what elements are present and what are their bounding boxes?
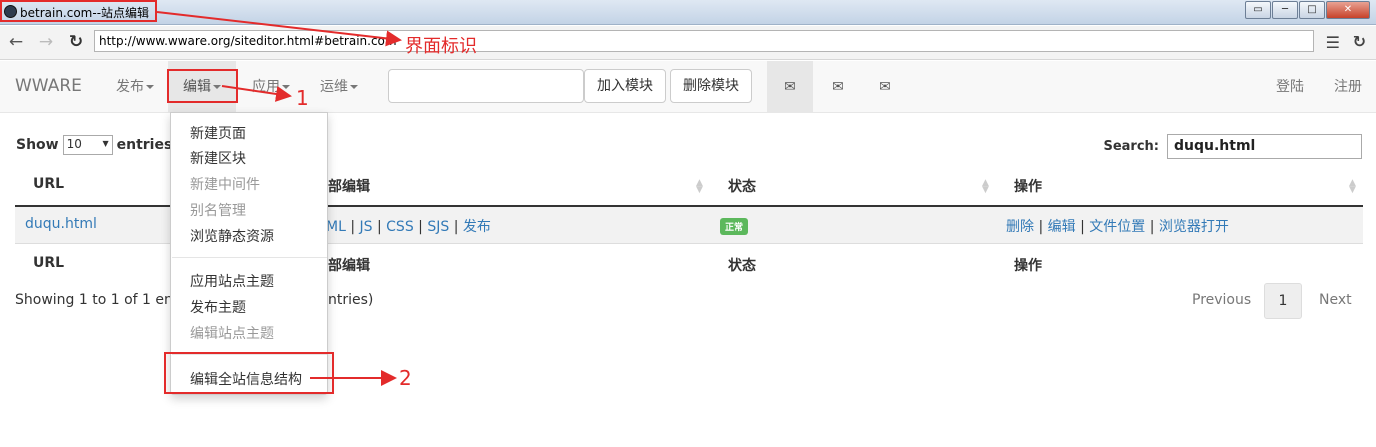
envelope-icon[interactable]: ✉ bbox=[815, 61, 861, 113]
column-header-status[interactable]: 状态 bbox=[728, 176, 756, 196]
menu-item-edit-theme: 编辑站点主题 bbox=[190, 326, 274, 342]
status-badge: 正常 bbox=[720, 218, 749, 235]
page-1-button[interactable]: 1 bbox=[1264, 283, 1302, 319]
length-control: Show 10 entries bbox=[16, 135, 172, 155]
address-bar: ← → ↻ http://www.wware.org/siteditor.htm… bbox=[0, 26, 1376, 60]
table-info-tail: ntries) bbox=[328, 292, 373, 308]
edit-link[interactable]: 编辑 bbox=[1048, 219, 1076, 235]
menu-item-alias-manage: 别名管理 bbox=[190, 203, 246, 219]
info-right: ntries) bbox=[328, 292, 374, 308]
footer-header-url: URL bbox=[33, 255, 65, 271]
menu-item-browse-static[interactable]: 浏览静态资源 bbox=[190, 226, 274, 246]
menu-icon[interactable]: ☰ bbox=[1326, 33, 1340, 52]
annotation-marker-2: 2 bbox=[399, 366, 412, 390]
window-controls: ▭ ─ □ ✕ bbox=[1244, 1, 1370, 19]
column-header-edit[interactable]: 部编辑 bbox=[328, 176, 370, 196]
forward-arrow-icon[interactable]: → bbox=[36, 32, 56, 52]
nav-menu-label: 运维 bbox=[320, 79, 348, 95]
menu-divider bbox=[172, 257, 327, 258]
column-header-url[interactable]: URL bbox=[33, 176, 64, 192]
search-input[interactable]: duqu.html bbox=[1167, 134, 1362, 159]
annotation-title-label: 界面标识 bbox=[405, 36, 477, 57]
sort-icon[interactable]: ▲ ▼ bbox=[982, 179, 989, 195]
add-module-button[interactable]: 加入模块 bbox=[584, 69, 666, 103]
restore-icon[interactable]: ▭ bbox=[1245, 1, 1271, 19]
close-icon[interactable]: ✕ bbox=[1326, 1, 1370, 19]
search-label: Search: bbox=[1103, 139, 1159, 154]
row-actions: 删除 | 编辑 | 文件位置 | 浏览器打开 bbox=[1006, 219, 1229, 235]
nav-menu-label: 应用 bbox=[252, 79, 280, 95]
next-button[interactable]: Next bbox=[1319, 283, 1352, 319]
row-url-link[interactable]: duqu.html bbox=[25, 216, 97, 232]
sort-icon[interactable]: ▲ ▼ bbox=[1349, 179, 1356, 195]
refresh-icon[interactable]: ↻ bbox=[1353, 32, 1366, 51]
caret-down-icon bbox=[350, 85, 358, 89]
edit-js-link[interactable]: JS bbox=[360, 219, 373, 235]
nav-menu-label: 发布 bbox=[116, 79, 144, 95]
annotation-marker-1: 1 bbox=[296, 86, 309, 110]
annotation-box-site-structure bbox=[164, 352, 334, 394]
edit-css-link[interactable]: CSS bbox=[386, 219, 414, 235]
entries-label: entries bbox=[116, 137, 173, 153]
brand-logo[interactable]: WWARE bbox=[15, 76, 82, 96]
login-link[interactable]: 登陆 bbox=[1276, 61, 1304, 113]
footer-header-edit: 部编辑 bbox=[328, 258, 370, 274]
reload-icon[interactable]: ↻ bbox=[66, 32, 86, 52]
caret-down-icon bbox=[146, 85, 154, 89]
annotation-box-title bbox=[0, 0, 157, 22]
delete-link[interactable]: 删除 bbox=[1006, 219, 1034, 235]
annotation-box-edit-menu bbox=[167, 69, 238, 103]
show-label: Show bbox=[16, 137, 59, 153]
publish-link[interactable]: 发布 bbox=[463, 219, 491, 235]
menu-item-new-middleware: 新建中间件 bbox=[190, 177, 260, 193]
edit-sjs-link[interactable]: SJS bbox=[427, 219, 449, 235]
nav-menu-ops[interactable]: 运维 bbox=[305, 61, 373, 113]
envelope-icon[interactable]: ✉ bbox=[767, 61, 813, 113]
menu-item-new-block[interactable]: 新建区块 bbox=[190, 148, 246, 168]
menu-item-publish-theme[interactable]: 发布主题 bbox=[190, 297, 246, 317]
page-length-select[interactable]: 10 bbox=[62, 135, 113, 155]
maximize-icon[interactable]: □ bbox=[1299, 1, 1325, 19]
column-header-actions[interactable]: 操作 bbox=[1014, 176, 1042, 196]
sort-icon[interactable]: ▲ ▼ bbox=[696, 179, 703, 195]
footer-header-status: 状态 bbox=[728, 258, 756, 274]
register-link[interactable]: 注册 bbox=[1334, 61, 1362, 113]
file-location-link[interactable]: 文件位置 bbox=[1089, 219, 1145, 235]
nav-menu-publish[interactable]: 发布 bbox=[101, 61, 169, 113]
minimize-icon[interactable]: ─ bbox=[1272, 1, 1298, 19]
previous-button[interactable]: Previous bbox=[1192, 283, 1251, 319]
info-left: Showing 1 to 1 of 1 entri bbox=[15, 292, 189, 308]
delete-module-button[interactable]: 删除模块 bbox=[670, 69, 752, 103]
row-edit-links: ML | JS | CSS | SJS | 发布 bbox=[326, 219, 491, 235]
menu-item-apply-theme[interactable]: 应用站点主题 bbox=[190, 271, 274, 291]
menu-item-new-page[interactable]: 新建页面 bbox=[190, 123, 246, 143]
url-field[interactable]: http://www.wware.org/siteditor.html#betr… bbox=[94, 30, 1314, 52]
back-arrow-icon[interactable]: ← bbox=[6, 32, 26, 52]
envelope-icon[interactable]: ✉ bbox=[862, 61, 908, 113]
nav-menu-apps[interactable]: 应用 bbox=[237, 61, 305, 113]
open-in-browser-link[interactable]: 浏览器打开 bbox=[1159, 219, 1229, 235]
table-search: Search: duqu.html bbox=[1103, 134, 1362, 159]
caret-down-icon bbox=[282, 85, 290, 89]
table-info: Showing 1 to 1 of 1 entri bbox=[15, 292, 188, 308]
window-titlebar: betrain.com--站点编辑 ▭ ─ □ ✕ bbox=[0, 0, 1376, 25]
module-input[interactable] bbox=[388, 69, 584, 103]
edit-html-link[interactable]: ML bbox=[326, 219, 346, 235]
footer-header-actions: 操作 bbox=[1014, 258, 1042, 274]
